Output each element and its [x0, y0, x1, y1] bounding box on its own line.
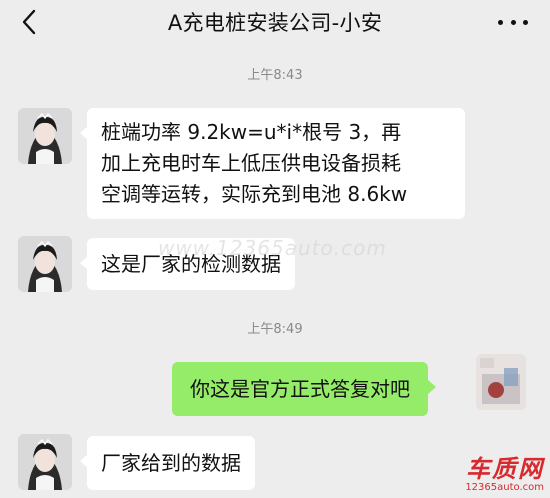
- message-line: 桩端功率 9.2kw=u*i*根号 3，再: [101, 120, 402, 144]
- avatar-image: [18, 108, 72, 164]
- watermark-logo: 车质网: [466, 455, 544, 483]
- message-text: 你这是官方正式答复对吧: [190, 377, 410, 401]
- avatar[interactable]: [18, 108, 72, 164]
- message-line: 空调等运转，实际充到电池 8.6kw: [101, 182, 408, 206]
- back-button[interactable]: [18, 8, 42, 36]
- message-bubble-self[interactable]: 你这是官方正式答复对吧: [172, 362, 436, 416]
- avatar-image: [476, 354, 526, 410]
- message-bubble[interactable]: 厂家给到的数据: [80, 436, 255, 490]
- avatar-image: [18, 236, 72, 292]
- ellipsis-icon: [498, 19, 503, 25]
- watermark-url: 12365auto.com: [465, 482, 544, 493]
- message-bubble[interactable]: 桩端功率 9.2kw=u*i*根号 3，再 加上充电时车上低压供电设备损耗 空调…: [80, 108, 465, 219]
- avatar-image: [18, 434, 72, 490]
- avatar-self[interactable]: [476, 354, 526, 410]
- site-watermark: 车质网 12365auto.com: [465, 456, 544, 494]
- watermark-text: www.12365auto.com: [158, 236, 387, 260]
- more-button[interactable]: [498, 18, 528, 26]
- chevron-left-icon: [22, 9, 36, 35]
- timestamp: 上午8:49: [247, 322, 303, 337]
- avatar[interactable]: [18, 236, 72, 292]
- timestamp: 上午8:43: [247, 68, 303, 83]
- message-line: 加上充电时车上低压供电设备损耗: [101, 151, 401, 175]
- message-text: 厂家给到的数据: [101, 451, 241, 475]
- title-bar: A充电桩安装公司-小安: [0, 0, 550, 44]
- chat-title: A充电桩安装公司-小安: [167, 11, 383, 35]
- avatar[interactable]: [18, 434, 72, 490]
